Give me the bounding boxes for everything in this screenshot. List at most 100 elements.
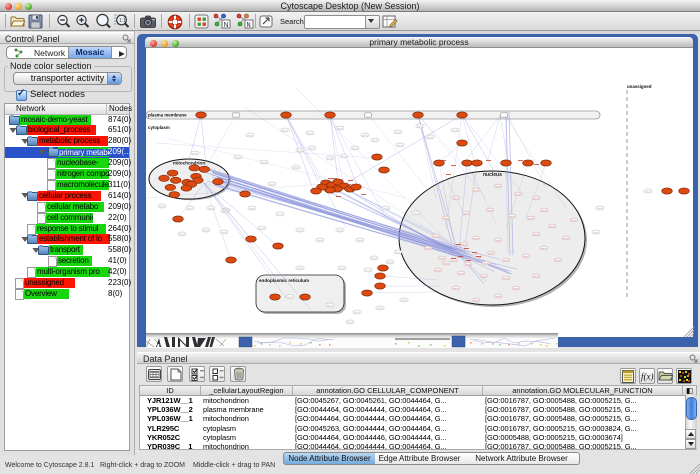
svg-text:[xx-x]: [xx-x] <box>188 208 193 210</box>
svg-text:[xx-x]: [xx-x] <box>454 288 459 290</box>
svg-text:[xx-x]: [xx-x] <box>402 300 407 302</box>
svg-text:[xx-x]: [xx-x] <box>444 263 449 265</box>
svg-text:[xx-x]: [xx-x] <box>484 263 489 265</box>
svg-text:[xx-x]: [xx-x] <box>534 198 539 200</box>
svg-text:[xx-x]: [xx-x] <box>418 126 423 128</box>
svg-text:[xx-x]: [xx-x] <box>328 158 333 160</box>
svg-text:[xx-x]: [xx-x] <box>310 148 315 150</box>
svg-text:[xx-x]: [xx-x] <box>298 150 303 152</box>
svg-text:[xx-x]: [xx-x] <box>204 230 209 232</box>
svg-text:[xx-x]: [xx-x] <box>372 258 377 260</box>
svg-text:[xx-x]: [xx-x] <box>318 240 323 242</box>
svg-text:[xx-x]: [xx-x] <box>459 273 464 275</box>
svg-text:[xx-x]: [xx-x] <box>396 132 401 134</box>
svg-text:[xx-x]: [xx-x] <box>534 276 539 278</box>
svg-text:[xx-x]: [xx-x] <box>262 162 267 164</box>
svg-text:[xx-x]: [xx-x] <box>514 288 519 290</box>
svg-text:[xx-x]: [xx-x] <box>496 296 501 298</box>
svg-text:[xx-x]: [xx-x] <box>388 262 393 264</box>
svg-text:[xx-x]: [xx-x] <box>398 145 403 147</box>
svg-text:[xx-x]: [xx-x] <box>516 194 521 196</box>
svg-text:[xx-x]: [xx-x] <box>556 260 561 262</box>
svg-text:[xx-x]: [xx-x] <box>646 191 651 193</box>
svg-text:[xx-x]: [xx-x] <box>283 130 288 132</box>
svg-text:[xx-x]: [xx-x] <box>524 256 529 258</box>
svg-text:nucleus: nucleus <box>483 172 502 178</box>
svg-text:[xx-x]: [xx-x] <box>496 240 501 242</box>
svg-text:[xx-x]: [xx-x] <box>328 305 333 307</box>
svg-text:unassigned: unassigned <box>627 84 652 89</box>
svg-text:[xx-x]: [xx-x] <box>489 253 494 255</box>
svg-text:[xx-x]: [xx-x] <box>452 260 457 262</box>
svg-text:[xx-x]: [xx-x] <box>294 167 299 169</box>
svg-text:[xx-x]: [xx-x] <box>466 264 471 266</box>
svg-text:[xx-x]: [xx-x] <box>550 226 555 228</box>
svg-text:[xx-x]: [xx-x] <box>529 218 534 220</box>
svg-text:[xx-x]: [xx-x] <box>355 312 360 314</box>
svg-text:[xx-x]: [xx-x] <box>236 157 241 159</box>
svg-text:[xx-x]: [xx-x] <box>414 213 419 215</box>
svg-text:[xx-x]: [xx-x] <box>464 213 469 215</box>
svg-text:[xx-x]: [xx-x] <box>564 238 569 240</box>
svg-text:[xx-x]: [xx-x] <box>193 153 198 155</box>
svg-text:[xx-x]: [xx-x] <box>474 238 479 240</box>
svg-text:[xx-x]: [xx-x] <box>340 268 345 270</box>
svg-text:[xx-x]: [xx-x] <box>454 198 459 200</box>
svg-text:[xx-x]: [xx-x] <box>598 208 603 210</box>
svg-text:[xx-x]: [xx-x] <box>378 308 383 310</box>
svg-text:[xx-x]: [xx-x] <box>434 236 439 238</box>
svg-text:[xx-x]: [xx-x] <box>542 248 547 250</box>
svg-text:[xx-x]: [xx-x] <box>250 208 255 210</box>
svg-text:[xx-x]: [xx-x] <box>504 260 509 262</box>
svg-text:[xx-x]: [xx-x] <box>363 135 368 137</box>
svg-text:[xx-x]: [xx-x] <box>444 218 449 220</box>
svg-text:[xx-x]: [xx-x] <box>373 140 378 142</box>
svg-text:[xx-x]: [xx-x] <box>496 186 501 188</box>
svg-text:[xx-x]: [xx-x] <box>534 234 539 236</box>
svg-text:[xx-x]: [xx-x] <box>180 234 185 236</box>
svg-text:[xx-x]: [xx-x] <box>504 278 509 280</box>
svg-text:[xx-x]: [xx-x] <box>542 210 547 212</box>
svg-text:[xx-x]: [xx-x] <box>426 248 431 250</box>
svg-text:[xx-x]: [xx-x] <box>462 244 467 246</box>
svg-text:f(x): f(x) <box>641 372 654 382</box>
svg-text:[xx-x]: [xx-x] <box>278 214 283 216</box>
svg-text:[xx-x]: [xx-x] <box>474 300 479 302</box>
svg-text:endoplasmic reticulum: endoplasmic reticulum <box>259 278 309 283</box>
svg-text:[xx-x]: [xx-x] <box>298 230 303 232</box>
svg-text:[xx-x]: [xx-x] <box>482 276 487 278</box>
svg-text:[xx-x]: [xx-x] <box>353 148 358 150</box>
svg-text:plasma membrane: plasma membrane <box>148 113 187 118</box>
svg-text:[xx-x]: [xx-x] <box>260 228 265 230</box>
svg-text:[xx-x]: [xx-x] <box>436 270 441 272</box>
svg-text:[xx-x]: [xx-x] <box>453 130 458 132</box>
svg-text:[xx-x]: [xx-x] <box>288 296 293 298</box>
svg-text:[xx-x]: [xx-x] <box>338 230 343 232</box>
svg-text:[xx-x]: [xx-x] <box>298 268 303 270</box>
svg-text:[xx-x]: [xx-x] <box>366 270 371 272</box>
svg-text:[xx-x]: [xx-x] <box>222 232 227 234</box>
svg-text:[xx-x]: [xx-x] <box>474 190 479 192</box>
svg-text:N: N <box>247 22 251 30</box>
svg-text:[xx-x]: [xx-x] <box>440 258 445 260</box>
svg-text:[xx-x]: [xx-x] <box>248 135 253 137</box>
svg-text:[xx-x]: [xx-x] <box>348 322 353 324</box>
svg-text:[xx-x]: [xx-x] <box>428 137 433 139</box>
svg-text:[xx-x]: [xx-x] <box>358 240 363 242</box>
svg-text:[xx-x]: [xx-x] <box>384 208 389 210</box>
svg-text:[xx-x]: [xx-x] <box>510 216 515 218</box>
svg-text:[xx-x]: [xx-x] <box>223 211 228 213</box>
svg-text:[xx-x]: [xx-x] <box>572 220 577 222</box>
svg-text:[xx-x]: [xx-x] <box>396 252 401 254</box>
svg-text:[xx-x]: [xx-x] <box>270 184 275 186</box>
svg-text:[xx-x]: [xx-x] <box>338 128 343 130</box>
svg-text:[xx-x]: [xx-x] <box>594 232 599 234</box>
svg-text:1:1: 1:1 <box>119 18 126 24</box>
svg-text:[xx-x]: [xx-x] <box>308 133 313 135</box>
svg-text:[xx-x]: [xx-x] <box>342 156 347 158</box>
svg-text:[xx-x]: [xx-x] <box>209 208 214 210</box>
svg-text:cytoplasm: cytoplasm <box>148 125 170 130</box>
svg-text:N: N <box>224 22 229 29</box>
svg-text:mitochondrion: mitochondrion <box>173 161 205 166</box>
svg-text:[xx-x]: [xx-x] <box>488 210 493 212</box>
